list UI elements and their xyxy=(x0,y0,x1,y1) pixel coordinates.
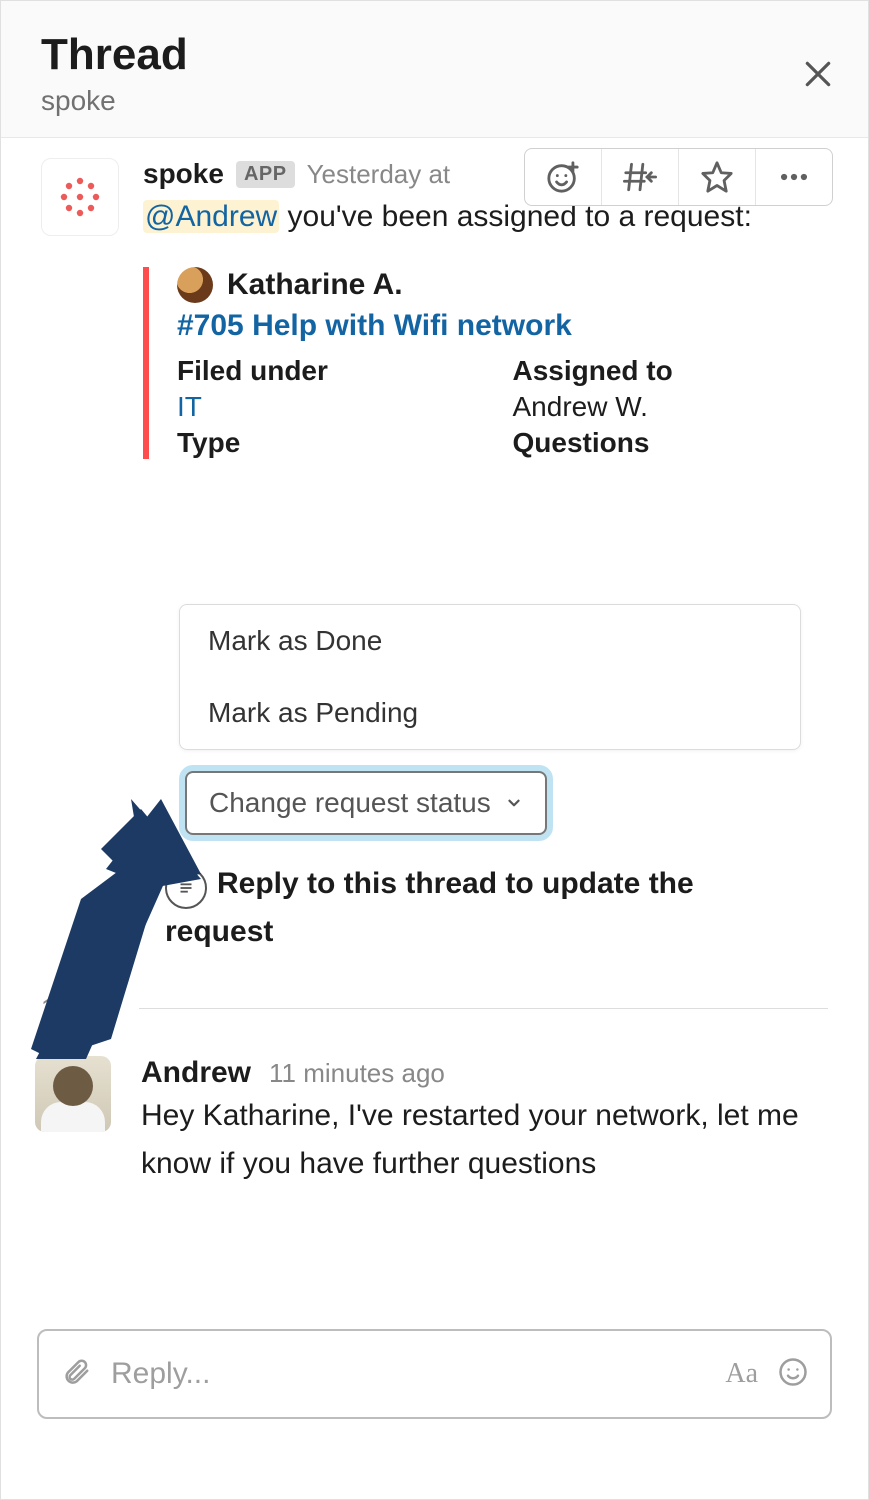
channel-share-icon xyxy=(623,160,657,194)
andrew-avatar[interactable] xyxy=(35,1056,111,1132)
star-icon xyxy=(700,160,734,194)
reply-timestamp[interactable]: 11 minutes ago xyxy=(269,1058,445,1089)
replies-separator: 1 reply xyxy=(41,993,828,1024)
requester-name[interactable]: Katharine A. xyxy=(227,268,403,302)
paperclip-icon xyxy=(61,1357,91,1387)
filed-under-value[interactable]: IT xyxy=(177,391,493,423)
assigned-to-value: Andrew W. xyxy=(513,391,829,423)
thread-body: spoke APP Yesterday at @Andrew you've be… xyxy=(1,138,868,459)
star-button[interactable] xyxy=(679,149,756,205)
emoji-button[interactable] xyxy=(778,1357,808,1392)
ticket-link[interactable]: #705 Help with Wifi network xyxy=(177,309,828,343)
status-button-highlight: Change request status xyxy=(179,765,553,841)
reply-sender-name[interactable]: Andrew xyxy=(141,1056,251,1090)
spoke-avatar[interactable] xyxy=(41,158,119,236)
questions-label: Questions xyxy=(513,427,829,459)
composer-placeholder: Reply... xyxy=(111,1357,705,1391)
add-reaction-button[interactable] xyxy=(525,149,602,205)
app-badge: APP xyxy=(236,161,295,188)
status-dropdown-menu: Mark as Done Mark as Pending xyxy=(179,604,801,750)
reply-hint: Reply to this thread to update the reque… xyxy=(165,861,805,954)
thread-title: Thread xyxy=(41,31,828,79)
message-timestamp[interactable]: Yesterday at xyxy=(307,159,451,190)
mention-andrew[interactable]: @Andrew xyxy=(143,200,279,233)
status-option-done[interactable]: Mark as Done xyxy=(180,605,800,677)
attachment-fields: Filed under Assigned to IT Andrew W. Typ… xyxy=(177,355,828,459)
request-attachment: Katharine A. #705 Help with Wifi network… xyxy=(143,267,828,459)
assigned-to-label: Assigned to xyxy=(513,355,829,387)
sender-name[interactable]: spoke xyxy=(143,158,224,190)
ellipsis-icon xyxy=(777,160,811,194)
emoji-plus-icon xyxy=(546,160,580,194)
change-status-label: Change request status xyxy=(209,787,491,819)
attachment-header: Katharine A. xyxy=(177,267,828,303)
reply-hint-text: Reply to this thread to update the reque… xyxy=(165,867,694,948)
thread-channel[interactable]: spoke xyxy=(41,85,828,117)
change-status-button[interactable]: Change request status xyxy=(185,771,547,835)
status-option-pending[interactable]: Mark as Pending xyxy=(180,677,800,749)
more-actions-button[interactable] xyxy=(756,149,832,205)
message-actions xyxy=(524,148,833,206)
reply-content: Andrew 11 minutes ago Hey Katharine, I'v… xyxy=(141,1056,801,1188)
type-label: Type xyxy=(177,427,493,459)
filed-under-label: Filed under xyxy=(177,355,493,387)
reply-composer[interactable]: Reply... Aa xyxy=(37,1329,832,1419)
reply-body: Hey Katharine, I've restarted your netwo… xyxy=(141,1092,801,1188)
separator-line xyxy=(139,1008,828,1009)
smile-icon xyxy=(778,1357,808,1387)
requester-avatar[interactable] xyxy=(177,267,213,303)
close-button[interactable] xyxy=(802,57,834,97)
replies-count: 1 reply xyxy=(41,993,119,1024)
close-icon xyxy=(802,58,834,90)
format-button[interactable]: Aa xyxy=(725,1358,758,1390)
attach-button[interactable] xyxy=(61,1357,91,1392)
spoke-logo-icon xyxy=(55,172,105,222)
chevron-down-icon xyxy=(505,794,523,812)
reply-sender-line: Andrew 11 minutes ago xyxy=(141,1056,801,1090)
thread-panel: Thread spoke spoke xyxy=(0,0,869,1500)
message-spoke: spoke APP Yesterday at @Andrew you've be… xyxy=(41,158,828,459)
reply-icon xyxy=(165,867,207,909)
message-andrew: Andrew 11 minutes ago Hey Katharine, I'v… xyxy=(35,1056,828,1188)
share-button[interactable] xyxy=(602,149,679,205)
thread-header: Thread spoke xyxy=(1,1,868,138)
